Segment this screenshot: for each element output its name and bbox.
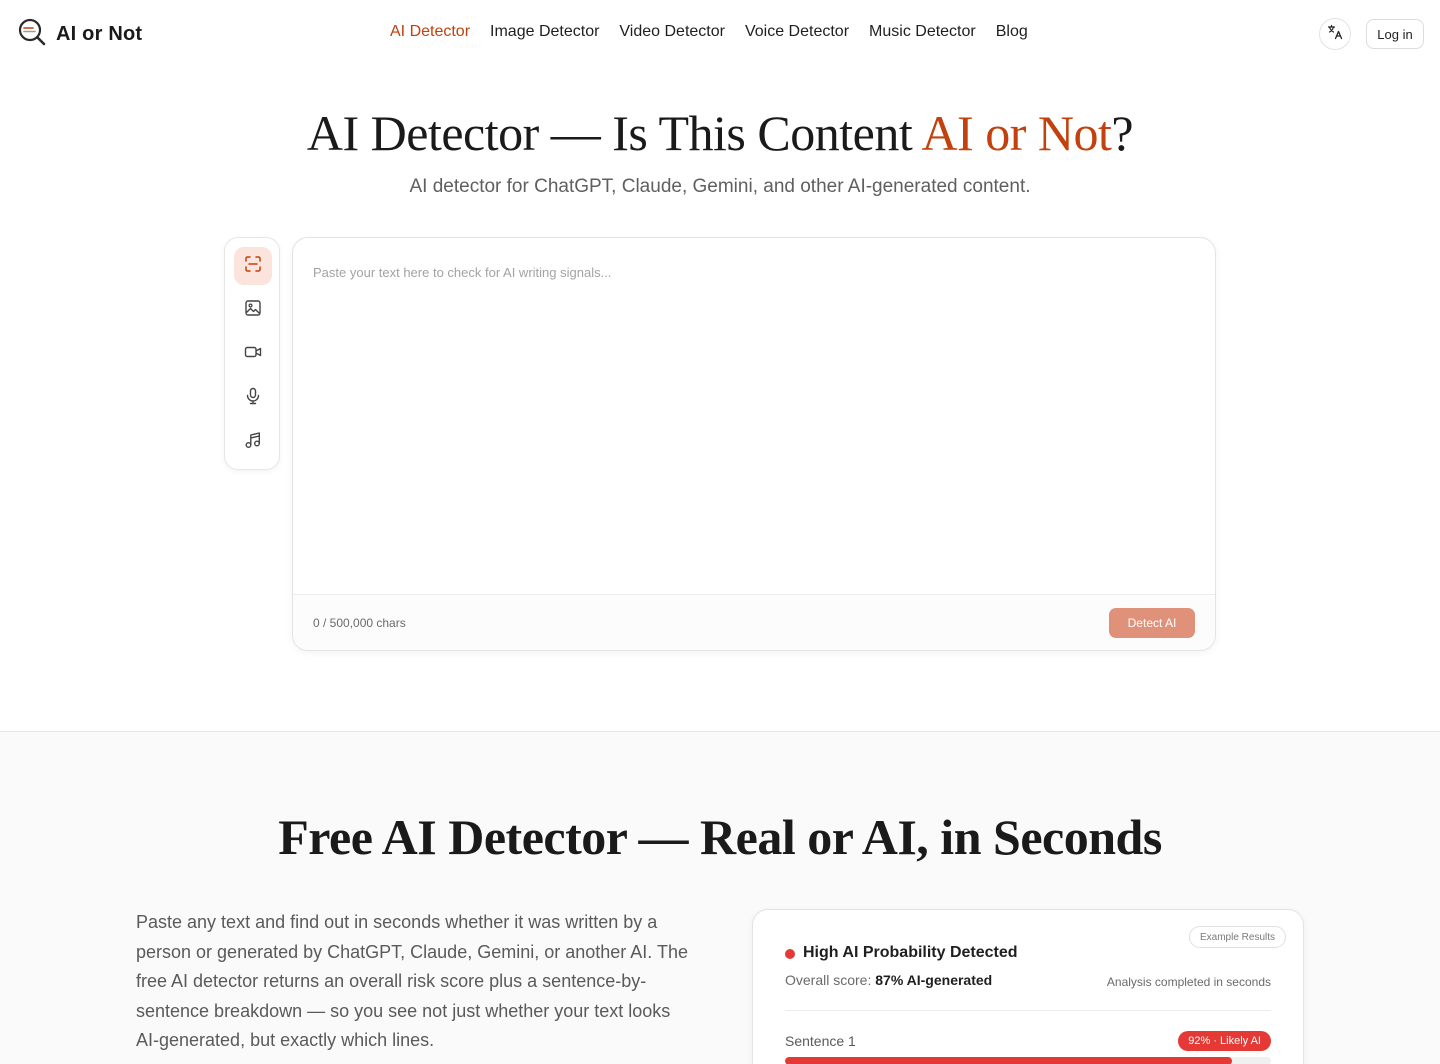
section-title: Free AI Detector — Real or AI, in Second… [278, 809, 1162, 865]
rail-video-button[interactable] [234, 335, 272, 373]
brand-logo-link[interactable]: AI or Not [18, 18, 142, 51]
nav-ai-detector[interactable]: AI Detector [390, 23, 470, 41]
probability-bar-fill [785, 1057, 1233, 1064]
features-section: Free AI Detector — Real or AI, in Second… [0, 731, 1440, 1064]
status-title: High AI Probability Detected [803, 944, 1018, 961]
brand-name: AI or Not [56, 23, 143, 45]
overall-score-label: Overall score: [785, 972, 876, 988]
nav-voice-detector[interactable]: Voice Detector [745, 23, 849, 41]
hero-title: AI Detector — Is This Content AI or Not? [0, 104, 1440, 162]
scan-text-icon [244, 255, 262, 278]
translate-icon [1327, 24, 1343, 45]
detector-type-rail [224, 237, 280, 470]
top-header: AI or Not AI Detector Image Detector Vid… [0, 0, 1440, 68]
login-button[interactable]: Log in [1366, 19, 1424, 49]
text-input[interactable] [293, 238, 1215, 594]
microphone-icon [244, 387, 262, 410]
sentence-probability-badge: 92% · Likely AI [1178, 1031, 1271, 1051]
text-input-panel: 0 / 500,000 chars Detect AI [292, 237, 1216, 651]
analysis-note: Analysis completed in seconds [1106, 975, 1271, 989]
status-dot-icon [785, 949, 795, 959]
nav-image-detector[interactable]: Image Detector [490, 23, 599, 41]
section-description: Paste any text and find out in seconds w… [136, 912, 688, 1050]
divider [785, 1010, 1271, 1011]
music-icon [244, 431, 262, 454]
example-result-card: Example Results High AI Probability Dete… [752, 909, 1304, 1064]
language-button[interactable] [1319, 18, 1351, 50]
probability-bar [785, 1057, 1271, 1064]
hero-title-accent: AI or Not [921, 105, 1112, 161]
overall-score: Overall score: 87% AI-generated [785, 972, 992, 988]
nav-video-detector[interactable]: Video Detector [619, 23, 725, 41]
magnifier-logo-icon [18, 18, 46, 51]
example-results-badge: Example Results [1189, 926, 1287, 948]
video-icon [244, 343, 262, 366]
hero-title-main: AI Detector — Is This Content [306, 105, 922, 161]
hero-title-end: ? [1111, 105, 1134, 161]
hero-subtitle: AI detector for ChatGPT, Claude, Gemini,… [409, 176, 1031, 197]
sentence-label: Sentence 1 [785, 1033, 856, 1049]
rail-image-button[interactable] [234, 291, 272, 329]
rail-music-button[interactable] [234, 423, 272, 461]
rail-text-button[interactable] [234, 247, 272, 285]
main-nav: AI Detector Image Detector Video Detecto… [390, 23, 1028, 41]
detect-ai-button[interactable]: Detect AI [1109, 608, 1195, 638]
rail-voice-button[interactable] [234, 379, 272, 417]
image-icon [244, 299, 262, 322]
nav-music-detector[interactable]: Music Detector [869, 23, 976, 41]
panel-footer: 0 / 500,000 chars Detect AI [293, 594, 1215, 650]
nav-blog[interactable]: Blog [996, 23, 1028, 41]
overall-score-value: 87% AI-generated [875, 972, 993, 988]
char-counter: 0 / 500,000 chars [313, 616, 406, 630]
